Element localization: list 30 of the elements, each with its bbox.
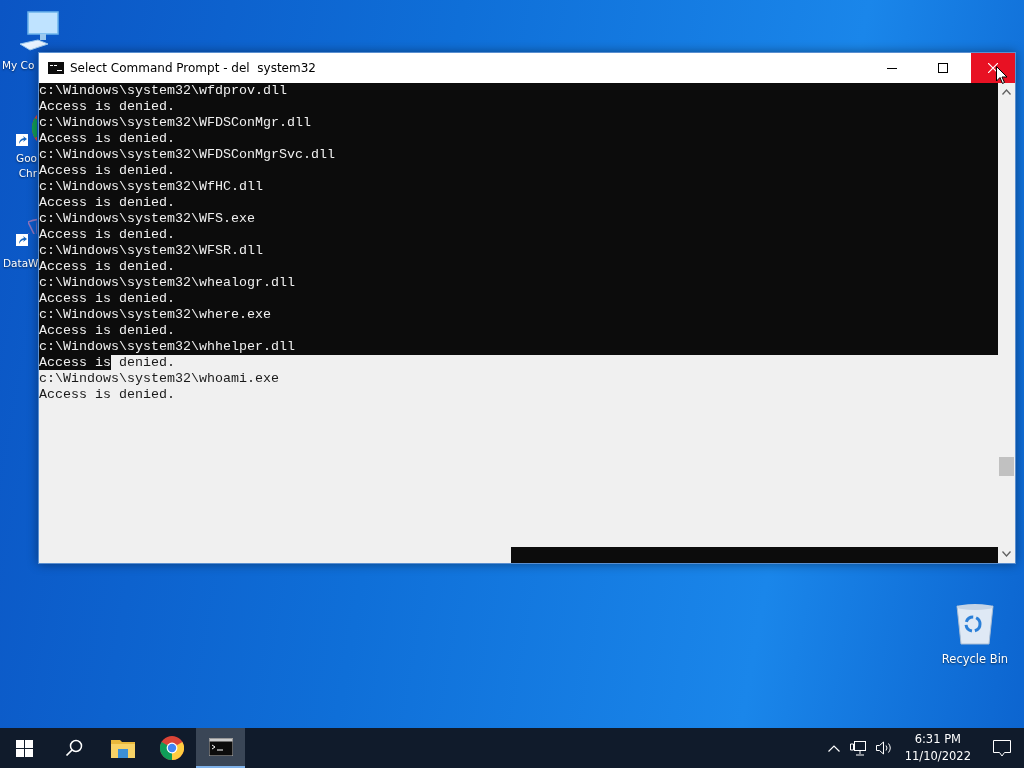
desktop-icon-label[interactable]: Recycle Bin xyxy=(941,652,1009,666)
clock-time: 6:31 PM xyxy=(914,731,961,748)
recycle-bin-icon[interactable] xyxy=(955,602,995,646)
terminal-icon xyxy=(48,62,64,74)
notification-icon[interactable] xyxy=(993,739,1011,757)
console-line: Access is denied. xyxy=(39,355,176,371)
network-icon[interactable] xyxy=(849,740,866,756)
desktop-icon-label[interactable]: DataW xyxy=(0,256,38,271)
desktop-icon-label[interactable]: Goo xyxy=(0,151,38,166)
clock[interactable]: 6:31 PM 11/10/2022 xyxy=(904,731,971,765)
computer-icon[interactable] xyxy=(18,10,60,54)
close-button[interactable] xyxy=(971,53,1015,83)
desktop-icon-label[interactable]: My Co xyxy=(0,58,38,73)
taskbar-button[interactable] xyxy=(196,728,245,768)
close-icon xyxy=(988,63,998,73)
chevron-up-icon[interactable] xyxy=(827,744,840,752)
search-icon xyxy=(64,739,83,757)
desktop-icon-label[interactable]: Chr xyxy=(0,166,38,181)
clock-date: 11/10/2022 xyxy=(904,748,971,765)
folder-icon xyxy=(110,738,135,758)
scroll-up-icon[interactable] xyxy=(1002,89,1011,95)
minimize-icon xyxy=(886,67,897,69)
window-title: Select Command Prompt - del system32 xyxy=(70,61,316,75)
speaker-icon[interactable] xyxy=(875,741,892,755)
maximize-icon xyxy=(937,63,948,73)
mouse-cursor-icon xyxy=(996,66,1008,85)
scroll-thumb[interactable] xyxy=(999,457,1014,476)
windows-logo-icon xyxy=(16,739,33,757)
terminal-icon xyxy=(208,738,233,756)
scroll-down-icon[interactable] xyxy=(1002,551,1011,557)
